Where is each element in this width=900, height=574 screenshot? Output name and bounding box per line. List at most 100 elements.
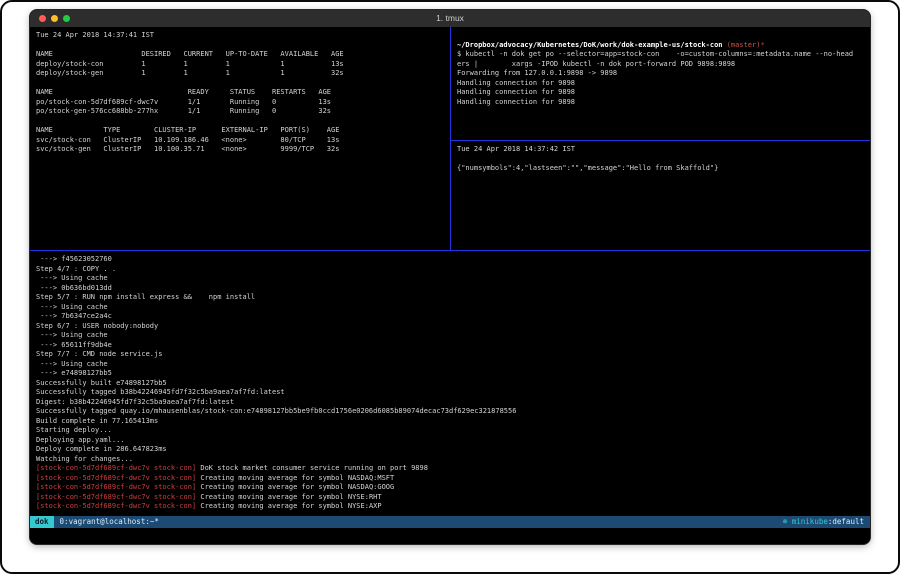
- text-segment: Tue 24 Apr 2018 14:37:42 IST: [457, 145, 575, 153]
- red-text: *: [760, 41, 764, 49]
- terminal-line: [stock-con-5d7df689cf-dwc7v stock-con] C…: [36, 493, 864, 503]
- terminal-line: $ kubectl -n dok get po --selector=app=s…: [457, 50, 864, 60]
- terminal-line: Tue 24 Apr 2018 14:37:41 IST: [36, 31, 444, 41]
- text-segment: {"numsymbols":4,"lastseen":"","message":…: [457, 164, 718, 172]
- red-text: [stock-con-5d7df689cf-dwc7v stock-con]: [36, 502, 196, 510]
- terminal-line: ---> Using cache: [36, 331, 864, 341]
- text-segment: ---> 7b6347ce2a4c: [36, 312, 112, 320]
- pane-service-response[interactable]: Tue 24 Apr 2018 14:37:42 IST {"numsymbols…: [451, 141, 870, 250]
- terminal-line: Step 4/7 : COPY . .: [36, 265, 864, 275]
- terminal-line: [stock-con-5d7df689cf-dwc7v stock-con] D…: [36, 464, 864, 474]
- text-segment: Forwarding from 127.0.0.1:9898 -> 9898: [457, 69, 617, 77]
- pane-port-forward[interactable]: ~/Dropbox/advocacy/Kubernetes/DoK/work/d…: [451, 27, 870, 140]
- terminal-line: Handling connection for 9898: [457, 88, 864, 98]
- terminal-line: Successfully built e74898127bb5: [36, 379, 864, 389]
- text-segment: Step 5/7 : RUN npm install express && np…: [36, 293, 255, 301]
- terminal-line: svc/stock-gen ClusterIP 10.100.35.71 <no…: [36, 145, 444, 155]
- text-segment: ---> 65611ff9db4e: [36, 341, 112, 349]
- text-segment: Creating moving average for symbol NASDA…: [196, 474, 394, 482]
- terminal-line: Handling connection for 9898: [457, 79, 864, 89]
- kube-context-namespace: :default: [828, 517, 864, 526]
- terminal-line: [36, 117, 444, 127]
- terminal-line: ---> 0b636bd013dd: [36, 284, 864, 294]
- text-segment: ---> e74898127bb5: [36, 369, 112, 377]
- pane-kubectl-resources[interactable]: Tue 24 Apr 2018 14:37:41 IST NAME DESIRED…: [30, 27, 450, 250]
- text-segment: Handling connection for 9898: [457, 88, 575, 96]
- terminal-line: Build complete in 77.165413ms: [36, 417, 864, 427]
- text-segment: Handling connection for 9898: [457, 79, 575, 87]
- terminal-line: deploy/stock-con 1 1 1 1 13s: [36, 60, 444, 70]
- terminal-line: Forwarding from 127.0.0.1:9898 -> 9898: [457, 69, 864, 79]
- branch-text: (master): [727, 41, 761, 49]
- text-segment: Step 6/7 : USER nobody:nobody: [36, 322, 158, 330]
- terminal-line: po/stock-gen-576cc688bb-277hx 1/1 Runnin…: [36, 107, 444, 117]
- text-segment: deploy/stock-con 1 1 1 1 13s: [36, 60, 344, 68]
- terminal-line: Starting deploy...: [36, 426, 864, 436]
- text-segment: Step 7/7 : CMD node service.js: [36, 350, 162, 358]
- terminal-line: [36, 41, 444, 51]
- terminal-line: ers | xargs -IPOD kubectl -n dok port-fo…: [457, 60, 864, 70]
- terminal-line: [stock-con-5d7df689cf-dwc7v stock-con] C…: [36, 502, 864, 512]
- path-text: ~/Dropbox/advocacy/Kubernetes/DoK/work/d…: [457, 41, 727, 49]
- terminal-line: NAME DESIRED CURRENT UP-TO-DATE AVAILABL…: [36, 50, 444, 60]
- terminal-line: deploy/stock-gen 1 1 1 1 32s: [36, 69, 444, 79]
- text-segment: NAME TYPE CLUSTER-IP EXTERNAL-IP PORT(S)…: [36, 126, 339, 134]
- terminal-line: Successfully tagged quay.io/mhausenblas/…: [36, 407, 864, 417]
- terminal-line: Handling connection for 9898: [457, 98, 864, 108]
- kube-context-indicator: ☸ minikube:default: [777, 516, 870, 528]
- window-title: 1. tmux: [30, 10, 870, 27]
- terminal-line: po/stock-con-5d7df689cf-dwc7v 1/1 Runnin…: [36, 98, 444, 108]
- terminal-line: svc/stock-con ClusterIP 10.109.186.46 <n…: [36, 136, 444, 146]
- status-bar-spacer: [165, 516, 777, 528]
- terminal-line: Step 5/7 : RUN npm install express && np…: [36, 293, 864, 303]
- tmux-session-area: Tue 24 Apr 2018 14:37:41 IST NAME DESIRED…: [30, 27, 870, 544]
- text-segment: DoK stock market consumer service runnin…: [196, 464, 428, 472]
- terminal-line: Digest: b38b42246945fd7f32c5ba9aea7af7fd…: [36, 398, 864, 408]
- text-segment: Successfully tagged b38b42246945fd7f32c5…: [36, 388, 285, 396]
- terminal-line: [stock-con-5d7df689cf-dwc7v stock-con] C…: [36, 474, 864, 484]
- text-segment: ---> Using cache: [36, 331, 108, 339]
- tmux-session-name: dok: [30, 516, 54, 528]
- red-text: [stock-con-5d7df689cf-dwc7v stock-con]: [36, 474, 196, 482]
- text-segment: ---> f45623052760: [36, 255, 112, 263]
- text-segment: Watching for changes...: [36, 455, 133, 463]
- tmux-window-item[interactable]: 0:vagrant@localhost:~*: [54, 516, 165, 528]
- text-segment: Creating moving average for symbol NASDA…: [196, 483, 394, 491]
- text-segment: svc/stock-gen ClusterIP 10.100.35.71 <no…: [36, 145, 339, 153]
- terminal-line: NAME TYPE CLUSTER-IP EXTERNAL-IP PORT(S)…: [36, 126, 444, 136]
- text-segment: Creating moving average for symbol NYSE:…: [196, 502, 381, 510]
- terminal-line: ---> e74898127bb5: [36, 369, 864, 379]
- text-segment: ---> Using cache: [36, 274, 108, 282]
- tmux-status-bar: dok 0:vagrant@localhost:~* ☸ minikube:de…: [30, 516, 870, 528]
- text-segment: ---> Using cache: [36, 303, 108, 311]
- text-segment: Starting deploy...: [36, 426, 112, 434]
- text-segment: ---> Using cache: [36, 360, 108, 368]
- red-text: [stock-con-5d7df689cf-dwc7v stock-con]: [36, 493, 196, 501]
- text-segment: ers | xargs -IPOD kubectl -n dok port-fo…: [457, 60, 735, 68]
- terminal-line: NAME READY STATUS RESTARTS AGE: [36, 88, 444, 98]
- terminal-line: ---> 7b6347ce2a4c: [36, 312, 864, 322]
- terminal-line: Step 6/7 : USER nobody:nobody: [36, 322, 864, 332]
- terminal-line: ~/Dropbox/advocacy/Kubernetes/DoK/work/d…: [457, 41, 864, 51]
- terminal-line: [stock-con-5d7df689cf-dwc7v stock-con] C…: [36, 483, 864, 493]
- pane-skaffold-build-log[interactable]: ---> f45623052760 Step 4/7 : COPY . . ---…: [30, 251, 870, 516]
- terminal-line: Watching for changes...: [36, 455, 864, 465]
- terminal-line: {"numsymbols":4,"lastseen":"","message":…: [457, 164, 864, 174]
- terminal-line: [457, 31, 864, 41]
- terminal-line: ---> Using cache: [36, 303, 864, 313]
- terminal-line: ---> f45623052760: [36, 255, 864, 265]
- terminal-line: ---> 65611ff9db4e: [36, 341, 864, 351]
- text-segment: Deploy complete in 286.647823ms: [36, 445, 167, 453]
- terminal-line: Deploying app.yaml...: [36, 436, 864, 446]
- terminal-line: ---> Using cache: [36, 360, 864, 370]
- text-segment: po/stock-con-5d7df689cf-dwc7v 1/1 Runnin…: [36, 98, 331, 106]
- text-segment: Tue 24 Apr 2018 14:37:41 IST: [36, 31, 154, 39]
- terminal-line: Step 7/7 : CMD node service.js: [36, 350, 864, 360]
- text-segment: Digest: b38b42246945fd7f32c5ba9aea7af7fd…: [36, 398, 234, 406]
- kube-context-name: minikube: [787, 517, 828, 526]
- text-segment: $ kubectl -n dok get po --selector=app=s…: [457, 50, 853, 58]
- terminal-line: Deploy complete in 286.647823ms: [36, 445, 864, 455]
- terminal-window: 1. tmux Tue 24 Apr 2018 14:37:41 IST NAME…: [30, 10, 870, 544]
- text-segment: Handling connection for 9898: [457, 98, 575, 106]
- text-segment: ---> 0b636bd013dd: [36, 284, 112, 292]
